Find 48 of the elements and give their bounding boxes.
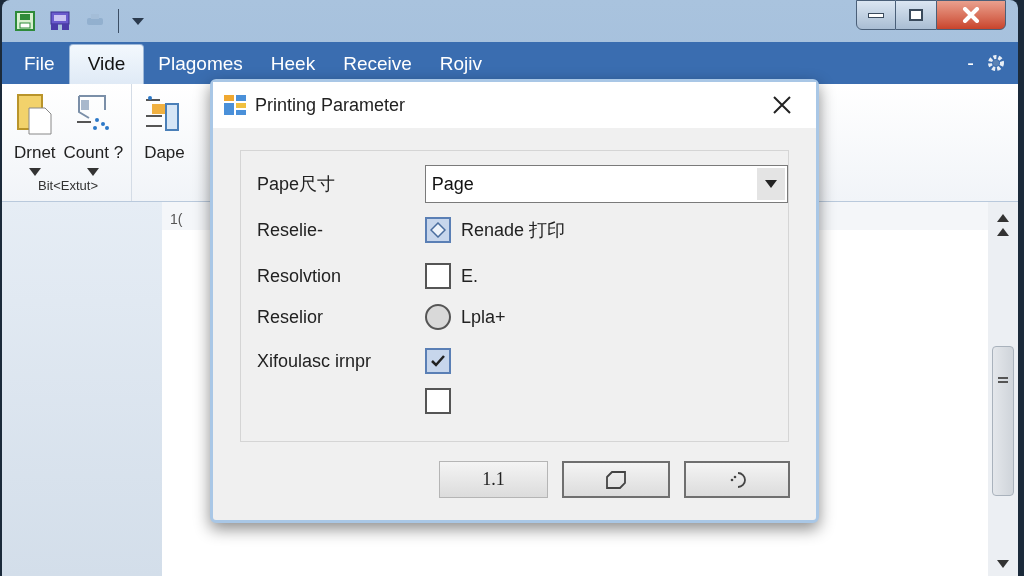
caret-icon[interactable] bbox=[765, 180, 777, 188]
close-icon[interactable] bbox=[772, 95, 792, 115]
checkbox[interactable] bbox=[425, 348, 451, 374]
dialog-button[interactable] bbox=[684, 461, 790, 498]
scroll-thumb[interactable] bbox=[992, 346, 1014, 496]
field-label: Reselior bbox=[257, 306, 324, 327]
ribbon-tab[interactable]: File bbox=[10, 44, 69, 84]
option-label: Renade 打印 bbox=[461, 218, 566, 242]
ruler-text: 1( bbox=[170, 210, 183, 229]
command-label[interactable]: Count ? bbox=[63, 140, 124, 166]
field-label: Xifoulasc irnpr bbox=[257, 350, 372, 371]
minimize-button[interactable] bbox=[856, 0, 896, 30]
caret-icon[interactable] bbox=[131, 16, 145, 26]
caret-icon[interactable] bbox=[28, 167, 41, 176]
check-icon bbox=[430, 354, 446, 368]
ribbon-tab[interactable]: Vide bbox=[68, 44, 145, 84]
command-label[interactable]: Drnet bbox=[14, 140, 56, 166]
option-label: Lpla+ bbox=[461, 305, 506, 329]
page-icon bbox=[603, 469, 629, 490]
checkbox[interactable] bbox=[425, 217, 451, 243]
dialog-title: Printing Parameter bbox=[255, 93, 406, 117]
command-label[interactable]: Dape bbox=[144, 140, 185, 166]
scroll-up-icon[interactable] bbox=[997, 228, 1009, 236]
page-size-dropdown[interactable]: Page bbox=[424, 165, 788, 203]
close-icon bbox=[961, 7, 981, 23]
checkbox[interactable] bbox=[425, 263, 451, 289]
scroll-down-icon[interactable] bbox=[997, 560, 1009, 568]
minimize-ribbon-button[interactable]: - bbox=[967, 49, 974, 77]
ribbon-tab[interactable]: Plagomes bbox=[144, 44, 257, 84]
dialog-button[interactable]: 1.1 bbox=[439, 461, 548, 498]
diamond-icon bbox=[430, 222, 446, 238]
option-label: E. bbox=[461, 264, 478, 288]
radio-button[interactable] bbox=[425, 304, 451, 330]
maximize-button[interactable] bbox=[896, 0, 936, 30]
vertical-scrollbar[interactable] bbox=[988, 202, 1018, 576]
field-label: Pape尺寸 bbox=[257, 173, 336, 194]
save-icon[interactable] bbox=[14, 10, 36, 32]
field-label: Reselie- bbox=[257, 219, 324, 240]
close-button[interactable] bbox=[936, 0, 1006, 30]
dialog-button[interactable] bbox=[562, 461, 670, 498]
gear-icon[interactable] bbox=[986, 53, 1006, 73]
field-label: Resolvtion bbox=[257, 265, 342, 286]
grid-icon bbox=[223, 94, 247, 116]
scroll-up-icon[interactable] bbox=[997, 214, 1009, 222]
group-label: Bit<Extut> bbox=[38, 176, 99, 195]
caret-icon[interactable] bbox=[87, 167, 100, 176]
checkbox[interactable] bbox=[425, 388, 451, 414]
folder-icon bbox=[14, 92, 55, 136]
